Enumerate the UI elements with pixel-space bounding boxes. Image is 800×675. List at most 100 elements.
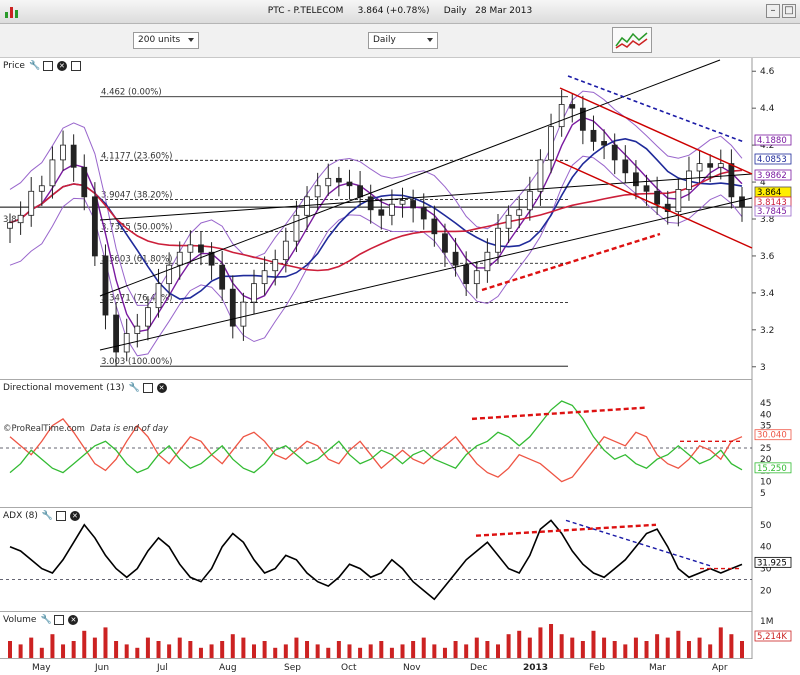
adx-right-label: 31.925: [757, 558, 787, 568]
adx-tick-label: 20: [760, 586, 772, 596]
volume-bar: [273, 647, 278, 658]
price-panel[interactable]: Price 🔧 ✕ 4.6 4.4 4.2 4 3.8 3.6 3.4 3.2 3 4.462 (…: [0, 58, 800, 434]
maximize-button[interactable]: □: [782, 4, 796, 18]
volume-bar: [358, 647, 363, 658]
candle-body: [17, 214, 24, 224]
candle-body: [686, 170, 692, 190]
volume-bar: [336, 641, 341, 658]
dm-tick-label: 10: [760, 478, 772, 488]
volume-bar: [686, 641, 691, 658]
volume-panel[interactable]: Volume 🔧 ✕ 1M 5,214K: [0, 612, 800, 659]
chart-style-icon: [615, 32, 648, 49]
wrench-icon[interactable]: 🔧: [40, 615, 51, 625]
volume-bar: [389, 647, 394, 658]
window-icon[interactable]: [70, 61, 81, 71]
candle-body: [282, 240, 289, 261]
candle-body: [272, 259, 279, 272]
minimize-button[interactable]: –: [766, 4, 780, 18]
close-icon[interactable]: ✕: [68, 615, 79, 625]
candle-body: [611, 144, 618, 161]
volume-bar: [92, 637, 97, 658]
price-right-label: 4.1880: [757, 136, 787, 146]
volume-bar: [283, 644, 288, 658]
volume-bar: [633, 637, 638, 658]
adx-panel[interactable]: ADX (8) 🔧 ✕ 50 40 30 20 31.925: [0, 508, 800, 612]
window-icon[interactable]: [55, 511, 66, 521]
price-tick-label: 3.6: [760, 252, 775, 262]
volume-bar: [305, 641, 310, 658]
candle-body: [389, 203, 395, 216]
window-icon[interactable]: [142, 383, 153, 393]
window-icon[interactable]: [54, 615, 65, 625]
candle-body: [49, 159, 56, 187]
volume-tick-label: 1M: [760, 617, 774, 627]
volume-bar: [145, 637, 150, 658]
toolbar: 200 units Daily: [0, 24, 800, 58]
candle-body: [654, 190, 661, 205]
chevron-down-icon: [188, 38, 194, 42]
close-icon[interactable]: ✕: [69, 511, 80, 521]
units-combo[interactable]: 200 units: [133, 32, 199, 49]
candle-body: [463, 264, 470, 285]
candle-body: [590, 129, 597, 142]
period-label: Daily: [443, 6, 467, 16]
candle-body: [643, 185, 650, 192]
volume-bar: [198, 647, 203, 658]
candle-body: [622, 159, 629, 174]
fibonacci-label: 4.1177 (23.60%): [101, 151, 173, 161]
date-axis-label: May: [32, 663, 51, 673]
volume-bar: [209, 644, 214, 658]
candle-body: [442, 233, 448, 253]
volume-bar: [729, 634, 734, 658]
volume-bar: [442, 647, 447, 658]
candle-body: [505, 214, 512, 229]
close-icon[interactable]: ✕: [156, 383, 167, 393]
dm-panel[interactable]: Directional movement (13) 🔧 ✕ 4540353025…: [0, 380, 800, 508]
candle-body: [325, 177, 332, 187]
adx-red-dashed-trend: [475, 523, 657, 537]
dm-panel-header: Directional movement (13) 🔧 ✕: [3, 381, 169, 395]
volume-bar: [740, 641, 744, 658]
channel-upper-line: [99, 59, 721, 297]
candle-body: [367, 196, 374, 211]
price-right-label: 3.7845: [757, 207, 787, 217]
dm-right-label: 30.040: [757, 431, 787, 441]
price-panel-title: Price: [3, 61, 25, 71]
candle-body: [378, 209, 385, 216]
volume-bar: [177, 637, 182, 658]
volume-bar: [644, 641, 649, 658]
volume-right-label: 5,214K: [757, 632, 787, 642]
period-combo[interactable]: Daily: [368, 32, 438, 49]
volume-bar: [135, 647, 140, 658]
candle-body: [696, 163, 703, 172]
dm-tick-label: 25: [760, 444, 771, 454]
fibonacci-label: 3.9047 (38.20%): [101, 191, 173, 201]
volume-bar: [506, 634, 511, 658]
window-icon[interactable]: [42, 61, 53, 71]
date-axis: May Jun Jul Aug Sep Oct Nov Dec 2013 Feb Mar Apr: [0, 659, 800, 675]
date-label: 28 Mar 2013: [475, 6, 533, 16]
volume-bar: [432, 644, 437, 658]
close-icon[interactable]: ✕: [56, 61, 67, 71]
volume-bar: [230, 634, 235, 658]
candle-body: [176, 251, 183, 266]
candle-body: [134, 325, 141, 334]
price-tick-label: 3: [760, 363, 766, 373]
candle-body: [601, 141, 607, 146]
volume-bar: [496, 644, 500, 658]
volume-bar: [114, 641, 119, 658]
candle-body: [431, 218, 438, 235]
volume-bar: [8, 641, 12, 658]
adx-panel-header: ADX (8) 🔧 ✕: [3, 509, 82, 523]
wrench-icon[interactable]: 🔧: [42, 511, 53, 521]
wrench-icon[interactable]: 🔧: [29, 61, 40, 71]
candle-body: [633, 172, 639, 187]
candle-body: [526, 190, 533, 211]
adx-chart: 5040302031.925: [0, 508, 800, 612]
chart-style-button[interactable]: [612, 27, 652, 53]
wrench-icon[interactable]: 🔧: [129, 383, 140, 393]
dm-chart: 4540353025201510530.04015.250: [0, 380, 800, 508]
adx-line: [9, 519, 743, 601]
volume-bar: [718, 627, 723, 658]
candle-body: [70, 144, 77, 168]
